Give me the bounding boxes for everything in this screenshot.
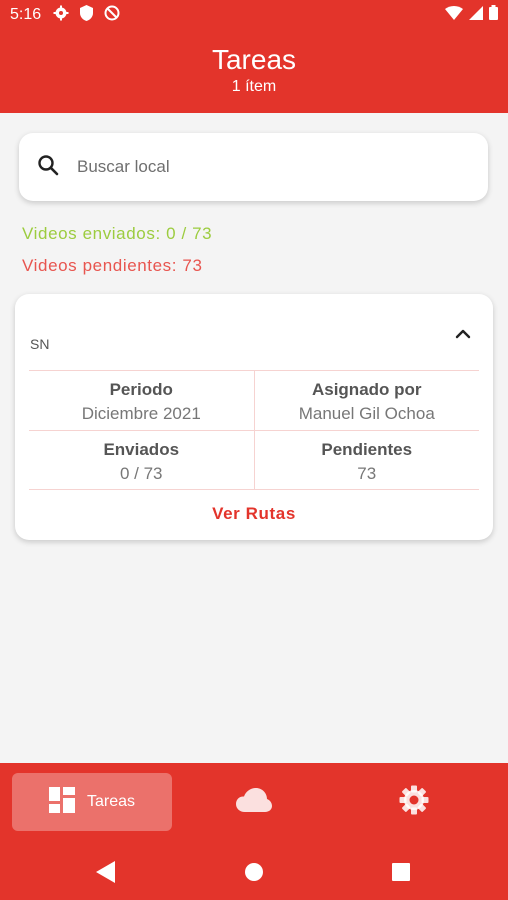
sent-cell: Enviados 0 / 73 bbox=[29, 431, 254, 489]
sent-label: Enviados bbox=[103, 440, 180, 459]
task-card: SN Periodo Diciembre 2021 Asignado por M… bbox=[15, 294, 493, 540]
task-details-grid: Periodo Diciembre 2021 Asignado por Manu… bbox=[29, 370, 479, 490]
page-subtitle: 1 ítem bbox=[231, 78, 277, 95]
pending-cell: Pendientes 73 bbox=[253, 431, 480, 489]
search-icon bbox=[37, 154, 59, 181]
settings-status-icon bbox=[53, 5, 69, 26]
home-icon[interactable] bbox=[244, 861, 264, 888]
cloud-icon bbox=[236, 787, 272, 817]
pending-value: 73 bbox=[357, 464, 377, 483]
app-header: Tareas 1 ítem bbox=[0, 30, 508, 113]
assigned-cell: Asignado por Manuel Gil Ochoa bbox=[253, 371, 480, 430]
recents-icon[interactable] bbox=[391, 861, 411, 888]
dashboard-icon bbox=[48, 786, 75, 818]
wifi-icon bbox=[445, 5, 463, 25]
settings-icon bbox=[399, 785, 429, 820]
assigned-value: Manuel Gil Ochoa bbox=[298, 404, 435, 423]
nav-item-cloud[interactable] bbox=[224, 773, 284, 831]
back-icon[interactable] bbox=[96, 861, 116, 888]
search-bar[interactable] bbox=[19, 133, 488, 201]
do-not-disturb-icon bbox=[104, 5, 120, 26]
period-cell: Periodo Diciembre 2021 bbox=[29, 371, 254, 430]
videos-sent-text: Videos enviados: 0 / 73 bbox=[22, 224, 213, 243]
nav-item-tareas[interactable]: Tareas bbox=[12, 773, 172, 831]
battery-icon bbox=[489, 5, 498, 25]
bottom-nav: Tareas bbox=[0, 763, 508, 847]
assigned-label: Asignado por bbox=[311, 380, 422, 399]
nav-item-label: Tareas bbox=[86, 793, 136, 810]
task-code: SN bbox=[30, 336, 50, 352]
details-row: Periodo Diciembre 2021 Asignado por Manu… bbox=[29, 370, 479, 430]
status-time: 5:16 bbox=[10, 6, 42, 23]
period-value: Diciembre 2021 bbox=[81, 404, 201, 423]
view-routes-button[interactable]: Ver Rutas bbox=[15, 504, 493, 524]
nav-item-settings[interactable] bbox=[384, 773, 444, 831]
details-row: Enviados 0 / 73 Pendientes 73 bbox=[29, 430, 479, 490]
search-input[interactable] bbox=[77, 157, 457, 177]
videos-pending-text: Videos pendientes: 73 bbox=[22, 256, 203, 275]
shield-icon bbox=[79, 4, 94, 26]
sent-value: 0 / 73 bbox=[119, 464, 163, 483]
status-bar: 5:16 bbox=[0, 0, 508, 30]
page-title: Tareas bbox=[211, 44, 297, 75]
pending-label: Pendientes bbox=[321, 440, 413, 459]
chevron-up-icon[interactable] bbox=[455, 326, 471, 342]
system-nav-bar bbox=[0, 847, 508, 900]
signal-icon bbox=[469, 5, 483, 25]
period-label: Periodo bbox=[109, 380, 173, 399]
